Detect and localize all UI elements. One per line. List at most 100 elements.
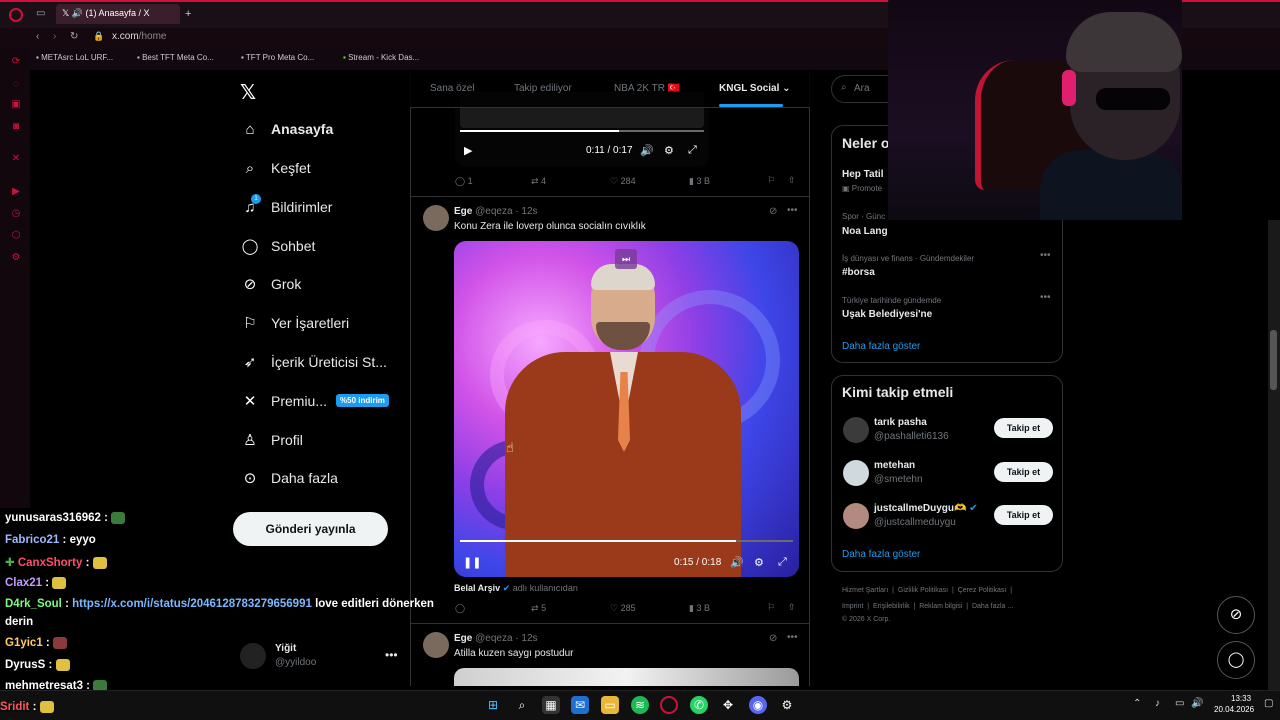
video-source[interactable]: Belal Arşiv ✔ adlı kullanıcıdan xyxy=(454,583,578,594)
more-icon[interactable]: ••• xyxy=(1040,292,1051,303)
volume-icon[interactable]: 🔊 xyxy=(640,144,654,157)
sidebar-vpn-icon[interactable]: ⟳ xyxy=(10,56,22,68)
file-explorer-icon[interactable]: ▭ xyxy=(601,696,619,714)
avatar[interactable] xyxy=(423,205,449,231)
video-progress-track[interactable] xyxy=(460,540,793,542)
sidebar-item-chat[interactable]: ◯ Sohbet xyxy=(240,233,316,259)
opera-logo-icon[interactable] xyxy=(9,8,23,22)
microphone-icon[interactable]: ♪ xyxy=(1155,698,1160,709)
sidebar-player-icon[interactable]: ▶ xyxy=(10,186,22,198)
sidebar-instagram-icon[interactable]: ◙ xyxy=(10,121,22,133)
new-tab-button[interactable]: + xyxy=(185,8,191,20)
play-icon[interactable]: ▶ xyxy=(464,144,472,157)
pause-icon[interactable]: ❚❚ xyxy=(463,556,481,569)
sidebar-twitch-icon[interactable]: ▣ xyxy=(10,99,22,111)
sidebar-extensions-icon[interactable]: ⬡ xyxy=(10,230,22,242)
tab-following[interactable]: Takip ediliyor xyxy=(514,83,572,94)
retweet-button[interactable]: ⇄ 4 xyxy=(531,176,546,187)
footer-link[interactable]: Erişilebilirlik xyxy=(873,603,910,610)
views-button[interactable]: ▮ 3 B xyxy=(689,176,710,187)
sidebar-settings-icon[interactable]: ⚙ xyxy=(10,252,22,264)
footer-link[interactable]: Çerez Politikası xyxy=(958,587,1007,594)
store-icon[interactable]: ▦ xyxy=(542,696,560,714)
more-icon[interactable]: ••• xyxy=(787,205,798,216)
tab-x-home[interactable]: 𝕏 🔊 (1) Anasayfa / X xyxy=(56,4,180,24)
tab-nba2k-tr[interactable]: NBA 2K TR 🇹🇷 xyxy=(614,83,680,94)
share-icon[interactable]: ⇧ xyxy=(788,175,796,186)
more-icon[interactable]: ••• xyxy=(1040,250,1051,261)
follow-button[interactable]: Takip et xyxy=(994,418,1053,438)
settings-icon[interactable]: ⚙ xyxy=(778,696,796,714)
bookmark-item[interactable]: ▪ Stream - Kick Das... xyxy=(343,53,419,62)
clock-date[interactable]: 20.04.2026 xyxy=(1214,705,1254,714)
avatar[interactable] xyxy=(843,503,869,529)
avatar[interactable] xyxy=(423,632,449,658)
account-avatar[interactable] xyxy=(240,643,266,669)
tweet-author[interactable]: Ege @eqeza · 12s xyxy=(454,633,538,644)
views-button[interactable]: ▮ 3 B xyxy=(689,603,710,614)
fullscreen-icon[interactable]: ⤢ xyxy=(778,556,787,569)
sidebar-item-grok[interactable]: ⊘ Grok xyxy=(240,271,302,297)
share-icon[interactable]: ⇧ xyxy=(788,602,796,613)
follow-button[interactable]: Takip et xyxy=(994,505,1053,525)
sidebar-item-explore[interactable]: ⌕ Keşfet xyxy=(240,155,311,181)
trend-title[interactable]: Noa Lang xyxy=(842,226,888,237)
spotify-icon[interactable]: ≋ xyxy=(631,696,649,714)
tray-chevron-icon[interactable]: ⌃ xyxy=(1133,698,1141,709)
avatar[interactable] xyxy=(843,460,869,486)
post-button[interactable]: Gönderi yayınla xyxy=(233,512,388,546)
retweet-button[interactable]: ⇄ 5 xyxy=(531,603,546,614)
bookmark-icon[interactable]: ⚐ xyxy=(767,175,775,186)
scrollbar-track[interactable] xyxy=(1268,220,1280,690)
grok-icon[interactable]: ⊘ xyxy=(769,206,777,217)
more-icon[interactable]: ••• xyxy=(787,632,798,643)
bookmark-icon[interactable]: ⚐ xyxy=(767,602,775,613)
suggested-user-name[interactable]: justcallmeDuygu🫶 ✔ xyxy=(874,503,978,514)
footer-link[interactable]: Daha fazla ... xyxy=(972,603,1013,610)
trend-title[interactable]: Hep Tatil xyxy=(842,169,883,180)
suggested-user-name[interactable]: tarık pasha xyxy=(874,417,927,428)
sidebar-x-icon[interactable]: ✕ xyxy=(10,153,22,165)
x-logo-icon[interactable]: 𝕏 xyxy=(240,80,256,105)
fullscreen-icon[interactable]: ⤢ xyxy=(688,144,697,157)
mail-icon[interactable]: ✉ xyxy=(571,696,589,714)
sidebar-history-icon[interactable]: ◷ xyxy=(10,208,22,220)
messages-fab-button[interactable]: ◯ xyxy=(1217,641,1255,679)
sidebar-item-more[interactable]: ⊙ Daha fazla xyxy=(240,465,338,491)
audio-icon[interactable]: 🔊 xyxy=(72,8,83,18)
tab-for-you[interactable]: Sana özel xyxy=(430,83,474,94)
footer-link[interactable]: Gizlilik Politikası xyxy=(898,587,948,594)
url-field[interactable]: x.com/home xyxy=(112,31,166,42)
forward-icon[interactable]: › xyxy=(53,31,56,42)
notification-icon[interactable]: ▢ xyxy=(1264,698,1273,709)
skip-icon[interactable]: ⏭ xyxy=(615,249,637,269)
like-button[interactable]: ♡ 284 xyxy=(610,176,636,187)
scrollbar-thumb[interactable] xyxy=(1270,330,1277,390)
video-progress-track[interactable] xyxy=(460,130,704,132)
grok-icon[interactable]: ⊘ xyxy=(769,633,777,644)
like-button[interactable]: ♡ 285 xyxy=(610,603,636,614)
settings-icon[interactable]: ⚙ xyxy=(664,144,674,157)
trend-title[interactable]: #borsa xyxy=(842,267,875,278)
settings-icon[interactable]: ⚙ xyxy=(754,556,764,569)
whatsapp-icon[interactable]: ✆ xyxy=(690,696,708,714)
follow-button[interactable]: Takip et xyxy=(994,462,1053,482)
tweet-author[interactable]: Ege @eqeza · 12s xyxy=(454,206,538,217)
bookmark-item[interactable]: ▪ METAsrc LoL URF... xyxy=(36,53,113,62)
trend-title[interactable]: Uşak Belediyesi'ne xyxy=(842,309,932,320)
tab-kngl-social[interactable]: KNGL Social ⌄ xyxy=(719,83,791,94)
network-app-icon[interactable]: ✥ xyxy=(719,696,737,714)
opera-icon[interactable] xyxy=(660,696,678,714)
chat-link[interactable]: https://x.com/i/status/20461287832796569… xyxy=(72,598,312,610)
reload-icon[interactable]: ↻ xyxy=(70,31,78,42)
grok-fab-button[interactable]: ⊘ xyxy=(1217,596,1255,634)
footer-link[interactable]: Reklam bilgisi xyxy=(919,603,962,610)
sidebar-item-home[interactable]: ⌂ Anasayfa xyxy=(240,116,333,142)
clock-time[interactable]: 13:33 xyxy=(1231,694,1251,703)
bookmark-item[interactable]: ▪ TFT Pro Meta Co... xyxy=(241,53,314,62)
sidebar-item-profile[interactable]: ♙ Profil xyxy=(240,427,303,453)
sidebar-item-creator-studio[interactable]: ➶ İçerik Üreticisi St... xyxy=(240,349,387,375)
footer-link[interactable]: Imprint xyxy=(842,603,863,610)
sidebar-messenger-icon[interactable]: ◌ xyxy=(10,79,22,91)
tab-overview-icon[interactable]: ▭ xyxy=(36,8,45,19)
